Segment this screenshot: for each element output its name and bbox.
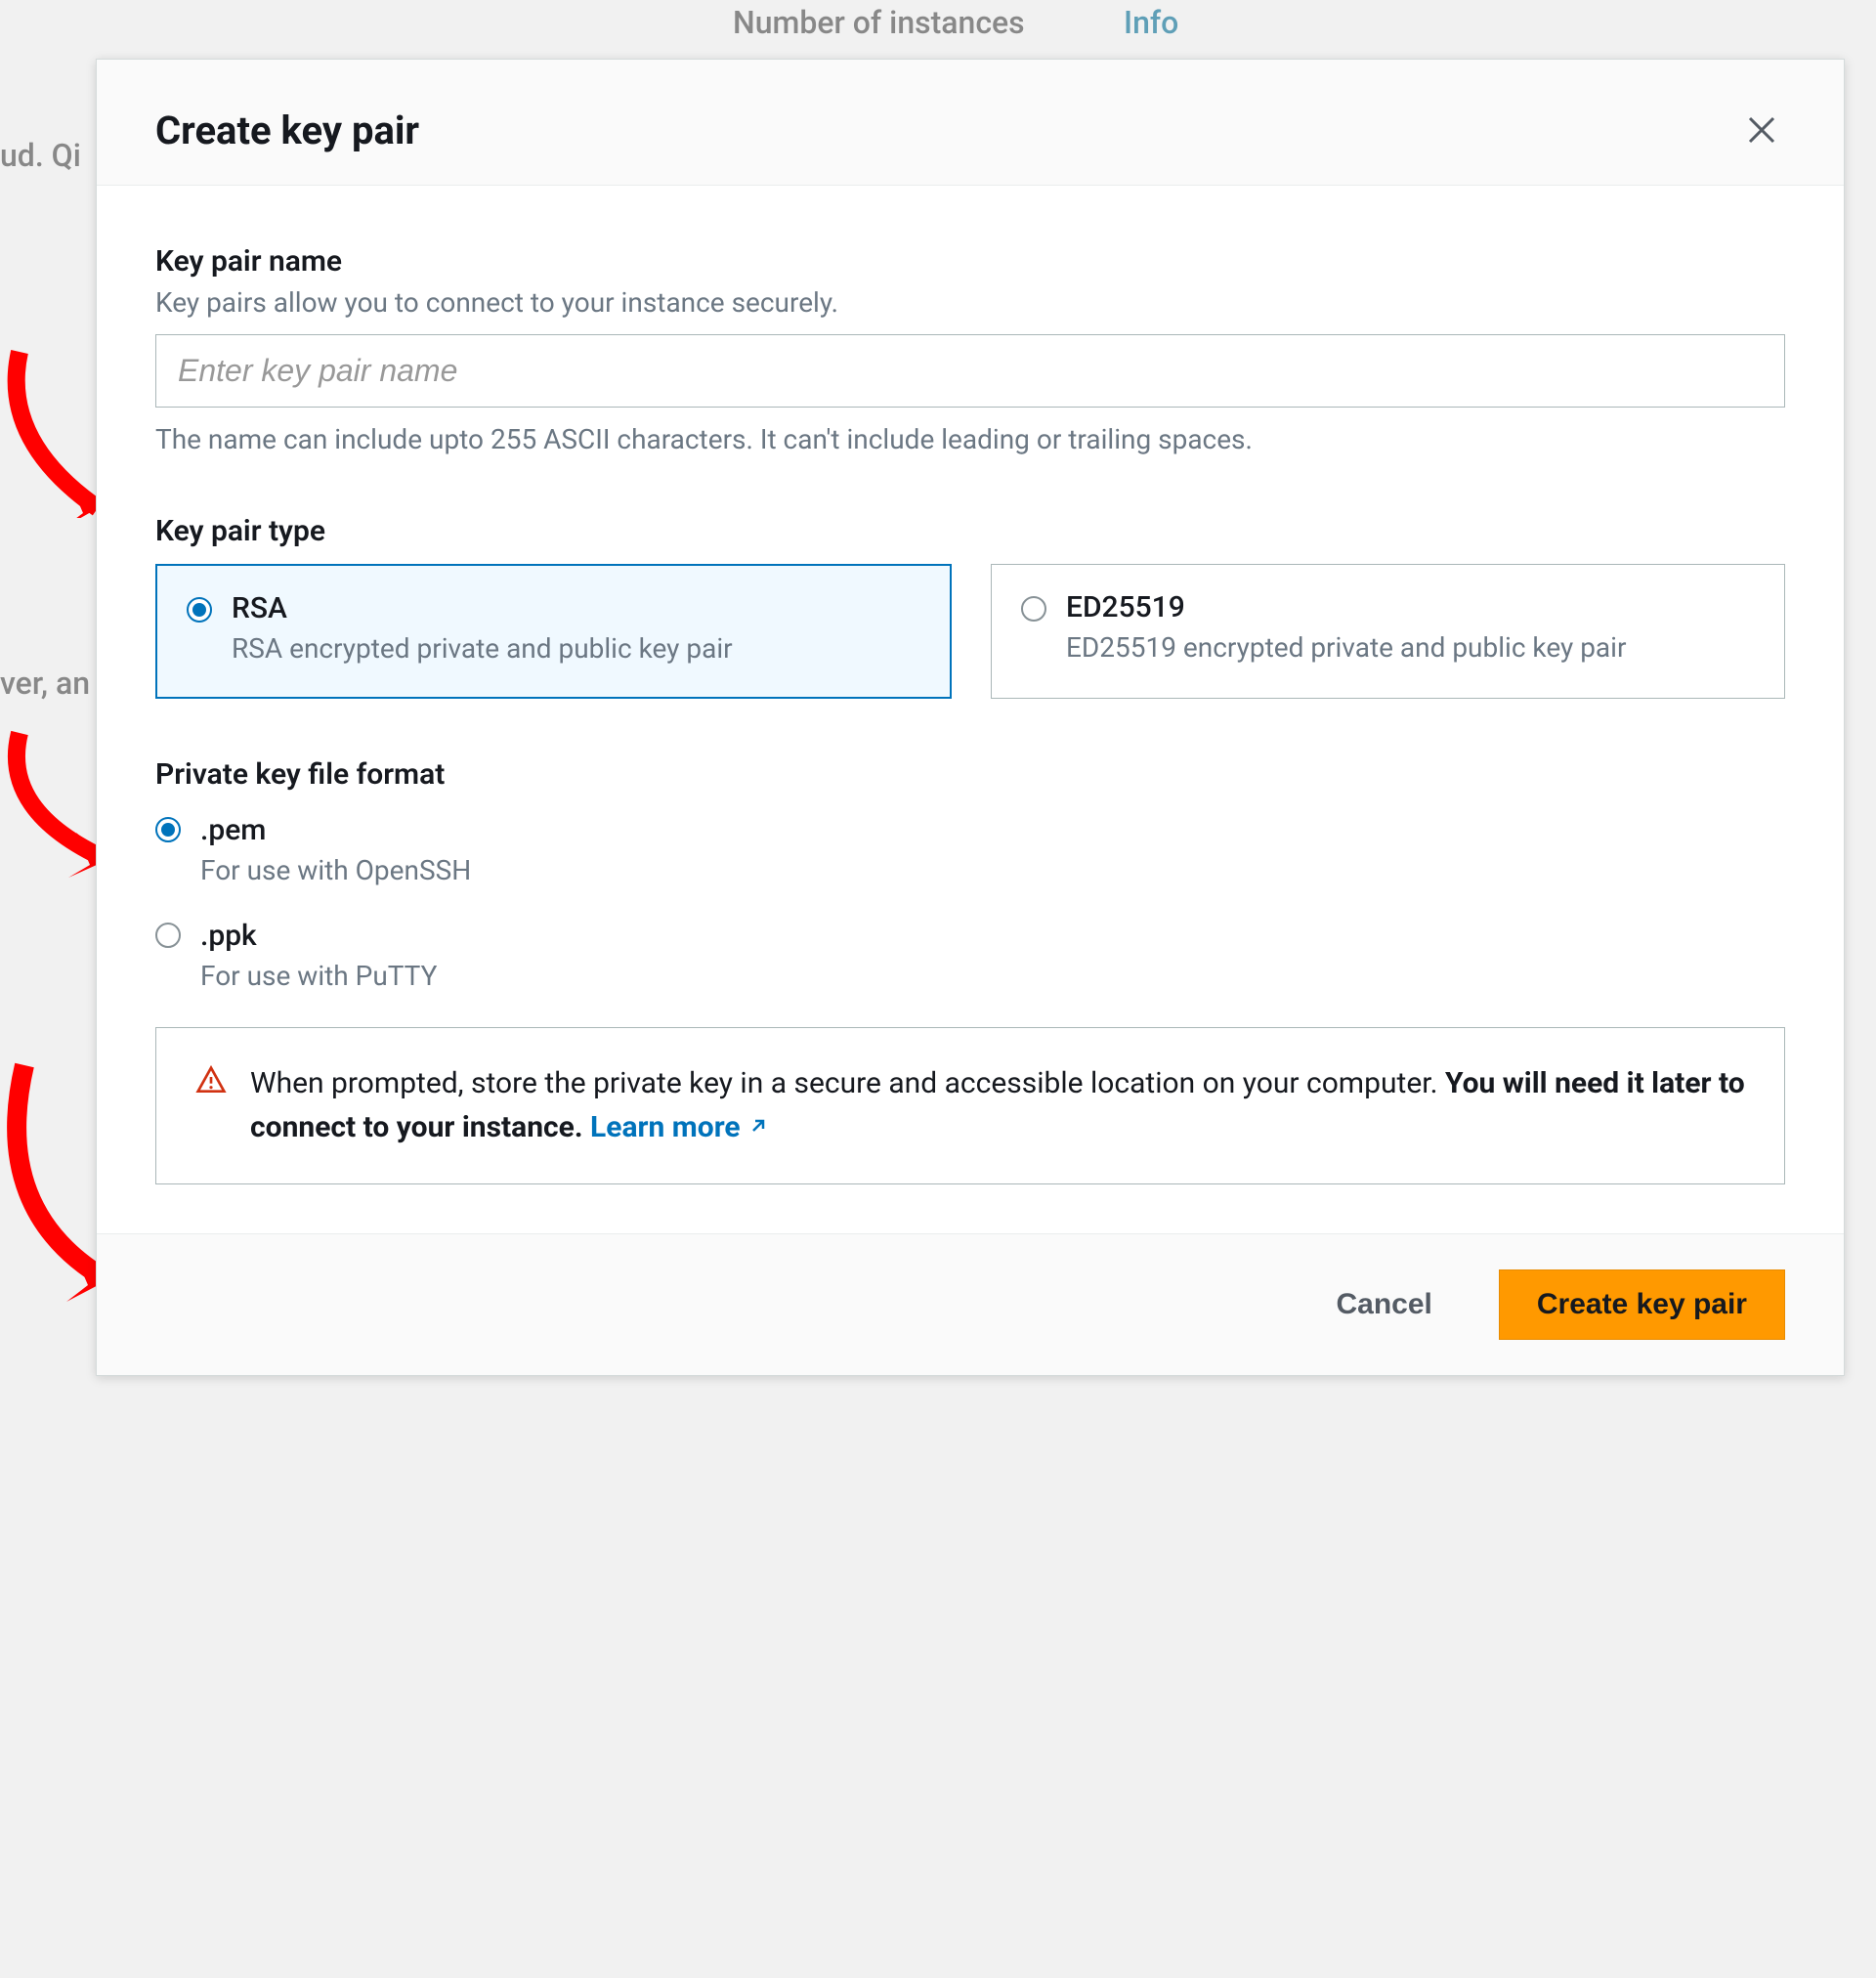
radio-desc-rsa: RSA encrypted private and public key pai…: [232, 629, 920, 667]
backdrop-info-link: Info: [1124, 4, 1178, 41]
keypair-name-input[interactable]: [155, 334, 1785, 408]
keypair-name-desc: Key pairs allow you to connect to your i…: [155, 286, 1785, 319]
radio-title-pem: .pem: [200, 813, 1785, 847]
learn-more-label: Learn more: [590, 1110, 741, 1144]
radio-desc-ed25519: ED25519 encrypted private and public key…: [1066, 628, 1755, 666]
warning-text-part1: When prompted, store the private key in …: [250, 1066, 1445, 1100]
keypair-name-label: Key pair name: [155, 244, 1785, 279]
backdrop-text-fragment-2: ver, an: [0, 665, 90, 702]
modal-title: Create key pair: [155, 108, 419, 153]
external-link-icon: [746, 1106, 770, 1150]
keypair-name-group: Key pair name Key pairs allow you to con…: [155, 244, 1785, 455]
warning-icon: [195, 1065, 227, 1100]
radio-title-rsa: RSA: [232, 591, 920, 625]
learn-more-link[interactable]: Learn more: [590, 1110, 770, 1144]
create-keypair-modal: Create key pair Key pair name Key pairs …: [96, 59, 1845, 1376]
file-format-pem-radio[interactable]: .pem For use with OpenSSH: [155, 813, 1785, 889]
radio-desc-pem: For use with OpenSSH: [200, 851, 1785, 889]
modal-header: Create key pair: [97, 60, 1844, 186]
cancel-button[interactable]: Cancel: [1299, 1270, 1469, 1339]
backdrop-label-instances: Number of instances: [733, 4, 1025, 41]
backdrop-text-fragment-1: ud. Qi: [0, 137, 81, 174]
radio-title-ppk: .ppk: [200, 919, 1785, 953]
file-format-ppk-radio[interactable]: .ppk For use with PuTTY: [155, 919, 1785, 995]
close-icon: [1744, 112, 1779, 148]
radio-desc-ppk: For use with PuTTY: [200, 957, 1785, 995]
file-format-group: Private key file format .pem For use wit…: [155, 757, 1785, 995]
radio-icon: [1021, 596, 1046, 622]
radio-icon: [187, 597, 212, 623]
modal-body: Key pair name Key pairs allow you to con…: [97, 186, 1844, 1233]
create-keypair-button[interactable]: Create key pair: [1499, 1269, 1785, 1340]
radio-title-ed25519: ED25519: [1066, 590, 1755, 624]
keypair-type-label: Key pair type: [155, 514, 1785, 548]
warning-text: When prompted, store the private key in …: [250, 1061, 1745, 1151]
close-button[interactable]: [1738, 107, 1785, 153]
radio-icon: [155, 817, 181, 842]
radio-icon: [155, 923, 181, 948]
warning-alert: When prompted, store the private key in …: [155, 1027, 1785, 1185]
keypair-type-group: Key pair type RSA RSA encrypted private …: [155, 514, 1785, 699]
modal-footer: Cancel Create key pair: [97, 1233, 1844, 1375]
keypair-type-rsa-card[interactable]: RSA RSA encrypted private and public key…: [155, 564, 952, 699]
keypair-type-ed25519-card[interactable]: ED25519 ED25519 encrypted private and pu…: [991, 564, 1785, 699]
keypair-name-hint: The name can include upto 255 ASCII char…: [155, 423, 1785, 455]
file-format-label: Private key file format: [155, 757, 1785, 792]
